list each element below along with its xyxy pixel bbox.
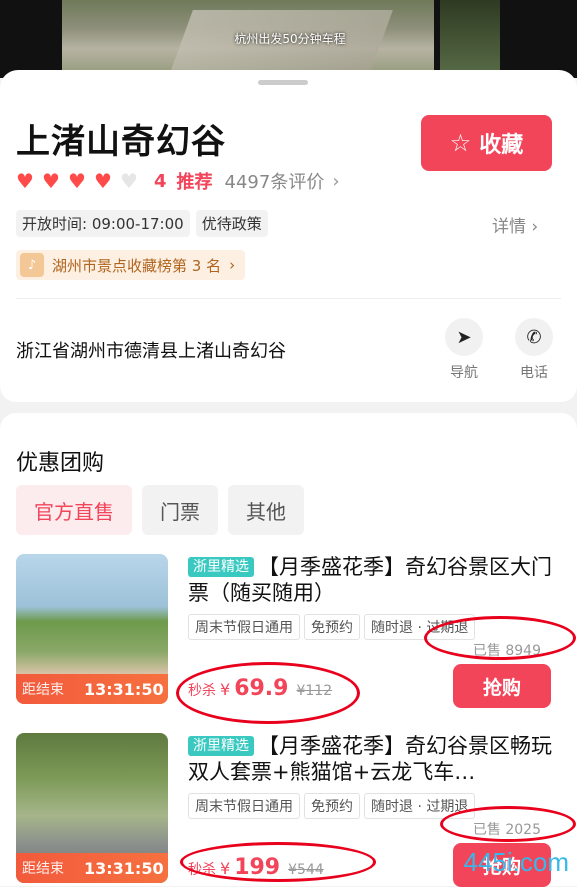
details-link[interactable]: 详情 › [492,212,538,237]
deal-title: 浙里精选 【月季盛花季】奇幻谷景区畅玩双人套票+熊猫馆+云龙飞车… [188,733,558,785]
star-icon: ☆ [449,129,472,157]
page-title: 上渚山奇幻谷 [16,122,226,162]
deal-thumbnail: 距结束 13:31:50 [16,554,168,704]
heart-icon: ♥ [68,169,86,193]
opening-hours-tag: 开放时间: 09:00-17:00 [16,210,190,237]
heart-icon: ♥ [16,169,34,193]
chevron-right-icon: › [229,256,236,274]
buy-button[interactable]: 抢购 [453,664,551,708]
watermark: 445i.com [463,847,570,877]
phone-icon: ✆ [515,318,553,356]
review-count: 4497条评价 [224,172,325,193]
recommend-label: 推荐 [176,172,213,193]
deal-tag: 免预约 [304,614,360,640]
tab-tickets[interactable]: 门票 [142,485,218,535]
annotation-circle-price-2 [180,842,376,882]
divider [16,298,561,299]
details-label: 详情 [492,217,526,237]
ranking-badge[interactable]: ♪ 湖州市景点收藏榜第 3 名 › [16,250,246,280]
phone-button[interactable]: ✆ 电话 [514,318,554,382]
deal-thumbnail: 距结束 13:31:50 [16,733,168,883]
hero-caption: 杭州出发50分钟车程 [234,32,346,46]
deal-tag: 免预约 [304,793,360,819]
annotation-circle-sold-2 [440,806,576,842]
favorite-label: 收藏 [479,133,524,158]
selection-badge: 浙里精选 [188,736,254,756]
deal-tag: 周末节假日通用 [188,793,300,819]
favorite-button[interactable]: ☆ 收藏 [421,115,552,171]
annotation-circle-price-1 [176,662,360,724]
countdown-timer: 距结束 13:31:50 [16,674,168,704]
attraction-card: 上渚山奇幻谷 ☆ 收藏 ♥ ♥ ♥ ♥ ♥ 4 推荐 4497条评价 › 开放时… [0,70,577,402]
rating-score: 4 [154,170,167,192]
hero-photo-side [440,0,500,70]
phone-label: 电话 [520,365,548,381]
heart-empty-icon: ♥ [120,169,138,193]
navigation-label: 导航 [450,365,478,381]
tab-other[interactable]: 其他 [228,485,304,535]
deal-title: 浙里精选 【月季盛花季】奇幻谷景区大门票（随买随用） [188,554,558,606]
hero-banner: 杭州出发50分钟车程 [0,0,577,78]
discount-policy-tag[interactable]: 优待政策 [195,210,268,237]
drag-handle[interactable] [258,80,308,85]
chevron-right-icon: › [531,217,539,237]
countdown-timer: 距结束 13:31:50 [16,853,168,883]
heart-icon: ♥ [94,169,112,193]
tab-official[interactable]: 官方直售 [16,485,132,535]
rating-row[interactable]: ♥ ♥ ♥ ♥ ♥ 4 推荐 4497条评价 › [16,168,340,194]
annotation-circle-sold-1 [424,616,576,660]
chevron-right-icon: › [332,170,340,192]
navigation-arrow-icon: ➤ [445,318,483,356]
deal-tags: 周末节假日通用 免预约 随时退 · 过期退 [188,793,476,819]
address: 浙江省湖州市德清县上渚山奇幻谷 [16,341,286,362]
navigation-button[interactable]: ➤ 导航 [444,318,484,382]
deal-tabs: 官方直售 门票 其他 [16,485,304,535]
deal-tag: 周末节假日通用 [188,614,300,640]
countdown-time: 13:31:50 [84,858,164,878]
douyin-icon: ♪ [20,253,44,277]
heart-icon: ♥ [42,169,60,193]
section-title: 优惠团购 [16,451,105,476]
countdown-label: 距结束 [22,861,64,877]
info-tags: 开放时间: 09:00-17:00 优待政策 [16,210,268,237]
countdown-time: 13:31:50 [84,679,164,699]
selection-badge: 浙里精选 [188,557,254,577]
countdown-label: 距结束 [22,682,64,698]
ranking-text: 湖州市景点收藏榜第 3 名 [52,256,222,275]
